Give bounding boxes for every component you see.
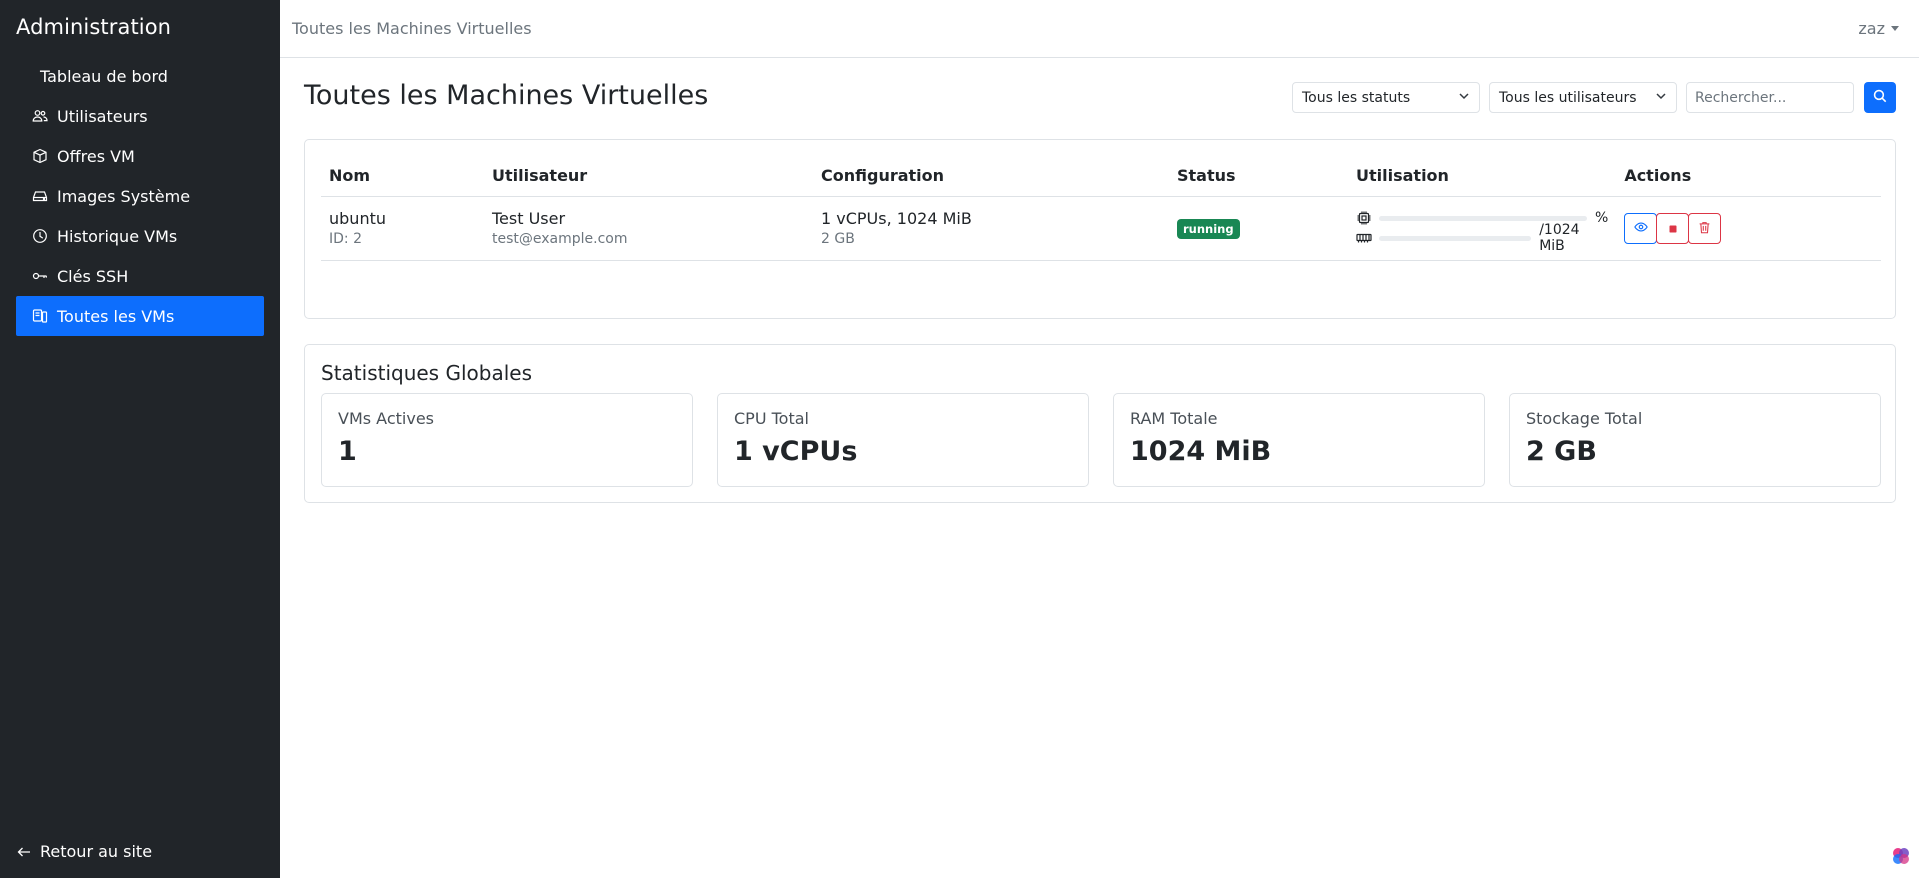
sidebar-item-users[interactable]: Utilisateurs xyxy=(16,96,264,136)
page-title: Toutes les Machines Virtuelles xyxy=(304,80,709,111)
trash-icon xyxy=(1698,219,1711,238)
sidebar-item-vm-history[interactable]: Historique VMs xyxy=(16,216,264,256)
status-badge: running xyxy=(1177,218,1240,239)
stat-value: 1 xyxy=(338,436,357,467)
vms-icon xyxy=(32,308,48,324)
cpu-usage-bar xyxy=(1379,215,1587,221)
status-filter-select[interactable]: Tous les statuts xyxy=(1292,82,1480,113)
cell-status: running xyxy=(1169,196,1348,261)
status-filter-value: Tous les statuts xyxy=(1302,89,1411,106)
ram-usage: /1024 MiB xyxy=(1356,222,1608,254)
user-name: zaz xyxy=(1858,19,1885,38)
search-button[interactable] xyxy=(1864,82,1896,113)
clock-icon xyxy=(32,228,48,244)
column-header-user: Utilisateur xyxy=(484,156,813,197)
box-icon xyxy=(32,148,48,164)
sidebar-item-label: Images Système xyxy=(57,186,191,206)
topbar-title: Toutes les Machines Virtuelles xyxy=(292,19,532,38)
cell-name: ubuntu ID: 2 xyxy=(321,196,484,261)
sidebar-nav: Tableau de bord Utilisateurs Offres VM I… xyxy=(16,56,264,336)
stat-label: CPU Total xyxy=(734,409,809,428)
cell-usage: % /1024 MiB xyxy=(1348,196,1617,261)
key-icon xyxy=(32,268,48,284)
topbar: Toutes les Machines Virtuelles zaz xyxy=(280,0,1919,58)
chevron-down-icon xyxy=(1655,90,1667,106)
sidebar-item-ssh-keys[interactable]: Clés SSH xyxy=(16,256,264,296)
column-header-configuration: Configuration xyxy=(813,156,1169,197)
back-to-site-label: Retour au site xyxy=(40,842,153,861)
view-vm-button[interactable] xyxy=(1624,212,1658,244)
back-to-site-link[interactable]: Retour au site xyxy=(16,842,152,861)
sidebar-item-all-vms[interactable]: Toutes les VMs xyxy=(16,296,264,336)
stat-label: RAM Totale xyxy=(1130,409,1218,428)
arrow-left-icon xyxy=(16,844,32,860)
vm-config: 1 vCPUs, 1024 MiB xyxy=(821,209,972,228)
vm-name: ubuntu xyxy=(329,209,386,228)
vm-user-email: test@example.com xyxy=(492,231,628,247)
memory-icon xyxy=(1356,230,1372,246)
stat-value: 1024 MiB xyxy=(1130,436,1272,467)
stat-value: 2 GB xyxy=(1526,436,1597,467)
hdd-icon xyxy=(32,188,48,204)
eye-icon xyxy=(1634,219,1648,238)
vm-storage: 2 GB xyxy=(821,231,855,247)
vm-user-name: Test User xyxy=(492,209,566,228)
caret-down-icon xyxy=(1891,26,1899,31)
sidebar-item-label: Offres VM xyxy=(57,146,135,166)
vm-id: ID: 2 xyxy=(329,231,362,247)
sidebar: Administration Tableau de bord Utilisate… xyxy=(0,0,280,878)
stats-title: Statistiques Globales xyxy=(321,361,532,385)
table-header-row: Nom Utilisateur Configuration Status Uti… xyxy=(321,156,1881,197)
cell-user: Test User test@example.com xyxy=(484,196,813,261)
sidebar-item-label: Toutes les VMs xyxy=(57,306,175,326)
people-icon xyxy=(32,108,48,124)
sidebar-item-system-images[interactable]: Images Système xyxy=(16,176,264,216)
user-menu-toggle[interactable]: zaz xyxy=(1858,19,1899,38)
sidebar-item-label: Historique VMs xyxy=(57,226,178,246)
stop-icon xyxy=(1668,219,1678,238)
column-header-usage: Utilisation xyxy=(1348,156,1617,197)
search-input[interactable] xyxy=(1686,82,1854,113)
sidebar-item-label: Clés SSH xyxy=(57,266,129,286)
sidebar-title: Administration xyxy=(16,15,172,39)
stat-label: Stockage Total xyxy=(1526,409,1643,428)
search-icon xyxy=(1873,89,1887,106)
extension-logo-icon[interactable] xyxy=(1891,846,1911,866)
sidebar-item-label: Tableau de bord xyxy=(40,66,168,86)
sidebar-item-dashboard[interactable]: Tableau de bord xyxy=(16,56,264,96)
ram-usage-text: /1024 MiB xyxy=(1539,222,1580,254)
sidebar-item-vm-offers[interactable]: Offres VM xyxy=(16,136,264,176)
stat-storage-total: Stockage Total 2 GB xyxy=(1509,393,1881,487)
cpu-icon xyxy=(1356,210,1372,226)
column-header-status: Status xyxy=(1169,156,1348,197)
cell-configuration: 1 vCPUs, 1024 MiB 2 GB xyxy=(813,196,1169,261)
user-filter-select[interactable]: Tous les utilisateurs xyxy=(1489,82,1677,113)
ram-usage-bar xyxy=(1379,235,1532,241)
column-header-name: Nom xyxy=(321,156,484,197)
vm-table-card: Nom Utilisateur Configuration Status Uti… xyxy=(304,139,1896,319)
table-row: ubuntu ID: 2 Test User test@example.com … xyxy=(321,196,1881,261)
chevron-down-icon xyxy=(1458,90,1470,106)
sidebar-item-label: Utilisateurs xyxy=(57,106,148,126)
cell-actions xyxy=(1616,196,1881,261)
delete-vm-button[interactable] xyxy=(1688,212,1722,244)
global-stats-card: Statistiques Globales VMs Actives 1 CPU … xyxy=(304,344,1896,503)
vm-table: Nom Utilisateur Configuration Status Uti… xyxy=(321,156,1881,261)
stat-active-vms: VMs Actives 1 xyxy=(321,393,693,487)
stat-cpu-total: CPU Total 1 vCPUs xyxy=(717,393,1089,487)
row-actions xyxy=(1624,212,1873,244)
column-header-actions: Actions xyxy=(1616,156,1881,197)
user-filter-value: Tous les utilisateurs xyxy=(1499,89,1637,106)
filters-bar: Tous les statuts Tous les utilisateurs xyxy=(1292,82,1896,113)
stop-vm-button[interactable] xyxy=(1656,212,1690,244)
stat-ram-total: RAM Totale 1024 MiB xyxy=(1113,393,1485,487)
stat-value: 1 vCPUs xyxy=(734,436,858,467)
stat-label: VMs Actives xyxy=(338,409,434,428)
